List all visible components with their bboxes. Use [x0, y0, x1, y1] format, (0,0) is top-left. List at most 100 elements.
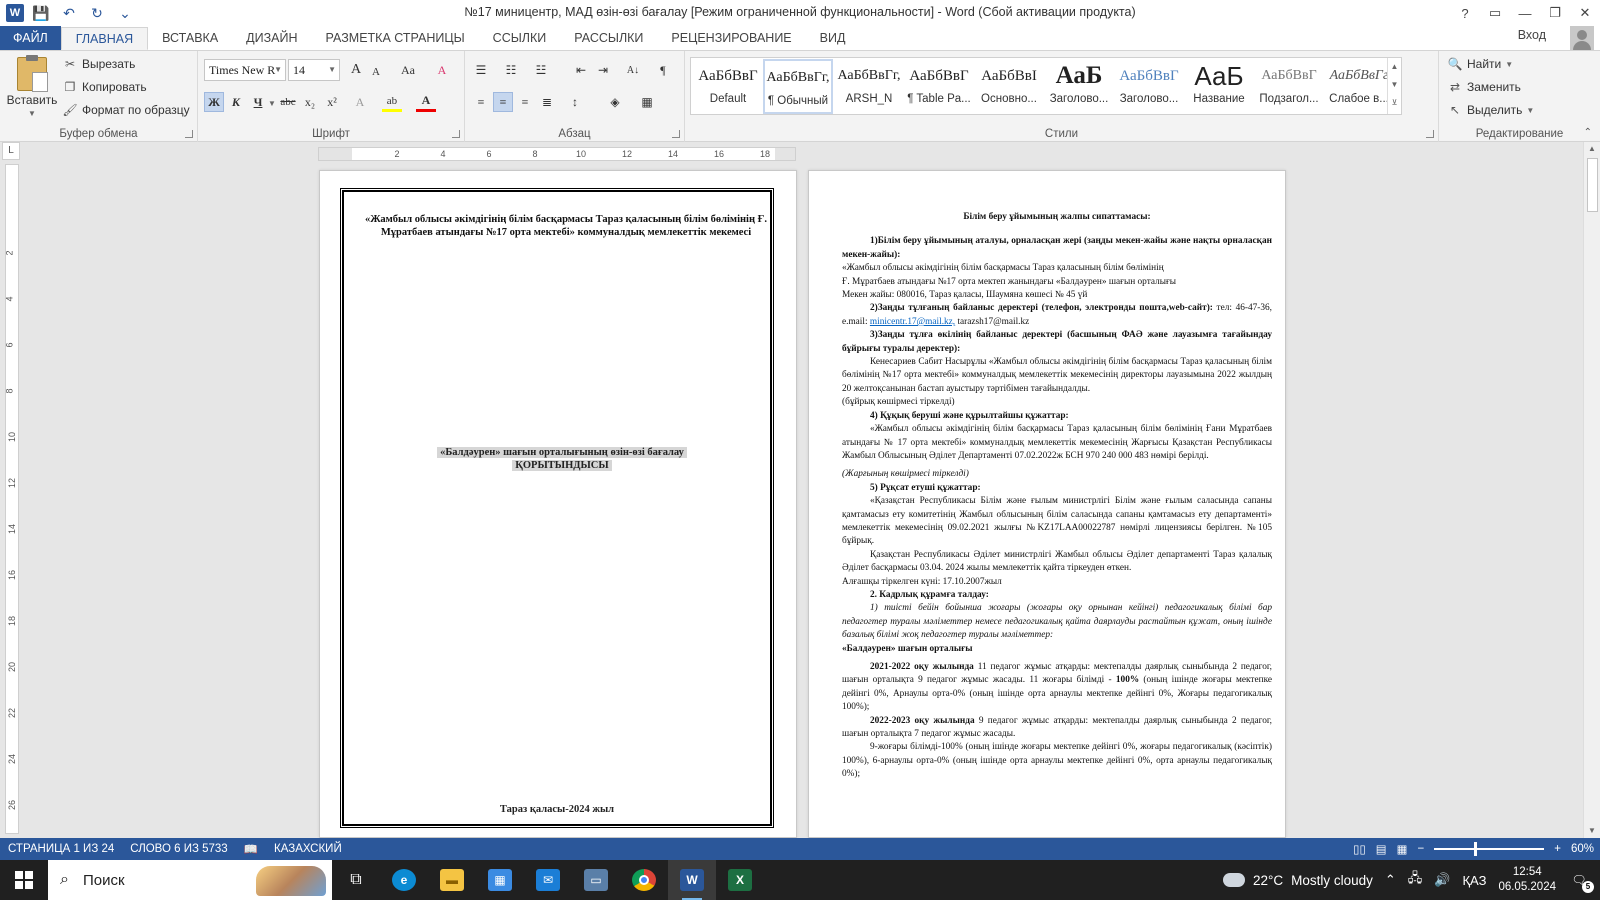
chevron-up-icon[interactable]: ⌃ [1385, 872, 1396, 888]
clipboard-launcher-icon[interactable] [185, 130, 193, 138]
word-count[interactable]: СЛОВО 6 ИЗ 5733 [122, 843, 235, 855]
print-layout-icon[interactable]: ▤ [1376, 842, 1387, 856]
avatar[interactable] [1570, 26, 1594, 50]
zoom-in-button[interactable]: + [1554, 843, 1561, 855]
minimize-button[interactable]: — [1510, 0, 1540, 26]
justify-icon[interactable]: ≣ [537, 92, 557, 112]
volume-icon[interactable]: 🔊 [1434, 872, 1450, 888]
shading-icon[interactable]: ◈ [605, 92, 625, 112]
restore-button[interactable]: ❐ [1540, 0, 1570, 26]
style-body-text[interactable]: АаБбВвІ Основно... [974, 59, 1044, 114]
tab-selector[interactable]: L [2, 142, 20, 160]
web-layout-icon[interactable]: ▦ [1397, 842, 1408, 856]
sign-in-link[interactable]: Вход [1518, 28, 1546, 42]
strikethrough-button[interactable]: abc [278, 92, 298, 112]
taskbar-search[interactable]: ⌕ Поиск [48, 860, 332, 900]
vertical-ruler[interactable]: 2 4 6 8 10 12 14 16 18 20 22 24 26 [5, 164, 19, 834]
font-size-combo[interactable]: 14 ▼ [288, 59, 340, 81]
ribbon-display-icon[interactable]: ▭ [1480, 0, 1510, 26]
tab-design[interactable]: ДИЗАЙН [232, 26, 311, 50]
tab-layout[interactable]: РАЗМЕТКА СТРАНИЦЫ [312, 26, 479, 50]
page-1[interactable]: «Жамбыл облысы әкімдігінің білім басқарм… [319, 170, 797, 838]
weather-widget[interactable]: 22°C Mostly cloudy [1218, 867, 1373, 888]
text-effects-button[interactable]: A [350, 92, 370, 112]
style-title[interactable]: АаБ Название [1184, 59, 1254, 114]
redo-icon[interactable]: ↻ [86, 2, 108, 24]
gallery-scroll[interactable]: ▲ ▼ ⊻ [1387, 58, 1401, 114]
word-taskbar-icon[interactable]: W [668, 860, 716, 900]
horizontal-ruler[interactable]: 2 4 6 8 10 12 14 16 18 [318, 147, 796, 161]
numbering-icon[interactable]: ☷ [501, 60, 521, 80]
edge-icon[interactable]: e [380, 860, 428, 900]
line-spacing-icon[interactable]: ↕ [565, 92, 585, 112]
zoom-out-button[interactable]: − [1418, 843, 1425, 855]
store-icon[interactable]: ▦ [476, 860, 524, 900]
font-launcher-icon[interactable] [452, 130, 460, 138]
scroll-down-icon[interactable]: ▼ [1584, 824, 1600, 838]
close-button[interactable]: ✕ [1570, 0, 1600, 26]
align-right-icon[interactable]: ≡ [515, 92, 535, 112]
remote-desktop-icon[interactable]: ▭ [572, 860, 620, 900]
multilevel-list-icon[interactable]: ☳ [531, 60, 551, 80]
zoom-level[interactable]: 60% [1571, 843, 1594, 855]
style-heading-1[interactable]: АаБ Заголово... [1044, 59, 1114, 114]
style-normal[interactable]: АаБбВвГг, ¶ Обычный [763, 59, 833, 114]
notifications-icon[interactable]: 🗨 5 [1568, 869, 1594, 893]
page-count[interactable]: СТРАНИЦА 1 ИЗ 24 [0, 843, 122, 855]
task-view-icon[interactable]: ⧉ [332, 860, 380, 900]
scroll-thumb[interactable] [1587, 158, 1598, 212]
read-mode-icon[interactable]: ▯▯ [1353, 842, 1366, 856]
scroll-up-icon[interactable]: ▲ [1584, 142, 1600, 156]
align-center-icon[interactable]: ≡ [493, 92, 513, 112]
paste-button[interactable]: Вставить ▼ [6, 55, 58, 118]
vertical-scrollbar[interactable]: ▲ ▼ [1583, 142, 1600, 838]
replace-button[interactable]: ⇄ Заменить [1447, 79, 1521, 95]
shrink-font-button[interactable]: A [366, 62, 386, 82]
save-icon[interactable]: 💾 [30, 2, 52, 24]
align-left-icon[interactable]: ≡ [471, 92, 491, 112]
network-icon[interactable]: 🖧 [1408, 869, 1423, 891]
borders-icon[interactable]: ▦ [637, 92, 657, 112]
paragraph-launcher-icon[interactable] [672, 130, 680, 138]
select-button[interactable]: ↖ Выделить ▼ [1447, 102, 1534, 118]
tab-file[interactable]: ФАЙЛ [0, 26, 61, 50]
style-subtle-emphasis[interactable]: АаБбВвГг Слабое в... [1324, 59, 1394, 114]
underline-dropdown-icon[interactable]: ▼ [268, 99, 276, 108]
customize-qat-icon[interactable]: ⌄ [114, 2, 136, 24]
mail-icon[interactable]: ✉ [524, 860, 572, 900]
tab-view[interactable]: ВИД [806, 26, 860, 50]
style-subtitle[interactable]: АаБбВвГ Подзагол... [1254, 59, 1324, 114]
decrease-indent-icon[interactable]: ⇤ [571, 60, 591, 80]
email-link[interactable]: minicentr.17@mail.kz, [870, 317, 955, 327]
zoom-slider[interactable] [1434, 842, 1545, 856]
show-marks-button[interactable]: ¶ [653, 60, 673, 80]
font-color-button[interactable]: A [416, 92, 436, 112]
language-indicator[interactable]: КАЗАХСКИЙ [266, 843, 350, 855]
bold-button[interactable]: Ж [204, 92, 224, 112]
clear-format-button[interactable]: A [432, 60, 452, 80]
paste-dropdown-icon[interactable]: ▼ [28, 109, 36, 118]
grow-font-button[interactable]: A [346, 60, 366, 80]
highlight-button[interactable]: ab [382, 92, 402, 112]
style-heading-2[interactable]: АаБбВвГ Заголово... [1114, 59, 1184, 114]
chrome-icon[interactable] [620, 860, 668, 900]
proofing-icon[interactable]: 📖 [236, 842, 266, 856]
tab-insert[interactable]: ВСТАВКА [148, 26, 232, 50]
bullets-icon[interactable]: ☰ [471, 60, 491, 80]
cut-button[interactable]: ✂ Вырезать [62, 56, 135, 72]
sort-button[interactable]: A↓ [623, 60, 643, 80]
collapse-ribbon-icon[interactable]: ⌃ [1584, 127, 1592, 138]
tab-mailings[interactable]: РАССЫЛКИ [560, 26, 657, 50]
undo-icon[interactable]: ↶ [58, 2, 80, 24]
format-painter-button[interactable]: 🖌 Формат по образцу [62, 102, 189, 118]
page-2[interactable]: Білім беру ұйымының жалпы сипаттамасы: 1… [808, 170, 1286, 838]
file-explorer-icon[interactable]: ▬ [428, 860, 476, 900]
find-button[interactable]: 🔍 Найти ▼ [1447, 56, 1514, 72]
input-language[interactable]: ҚАЗ [1462, 873, 1486, 888]
style-table-paragraph[interactable]: АаБбВвГ ¶ Table Pa... [904, 59, 974, 114]
style-default[interactable]: АаБбВвГ Default [693, 59, 763, 114]
style-arsh-n[interactable]: АаБбВвГг, ARSH_N [834, 59, 904, 114]
increase-indent-icon[interactable]: ⇥ [593, 60, 613, 80]
italic-button[interactable]: К [226, 92, 246, 112]
superscript-button[interactable]: x² [322, 92, 342, 112]
